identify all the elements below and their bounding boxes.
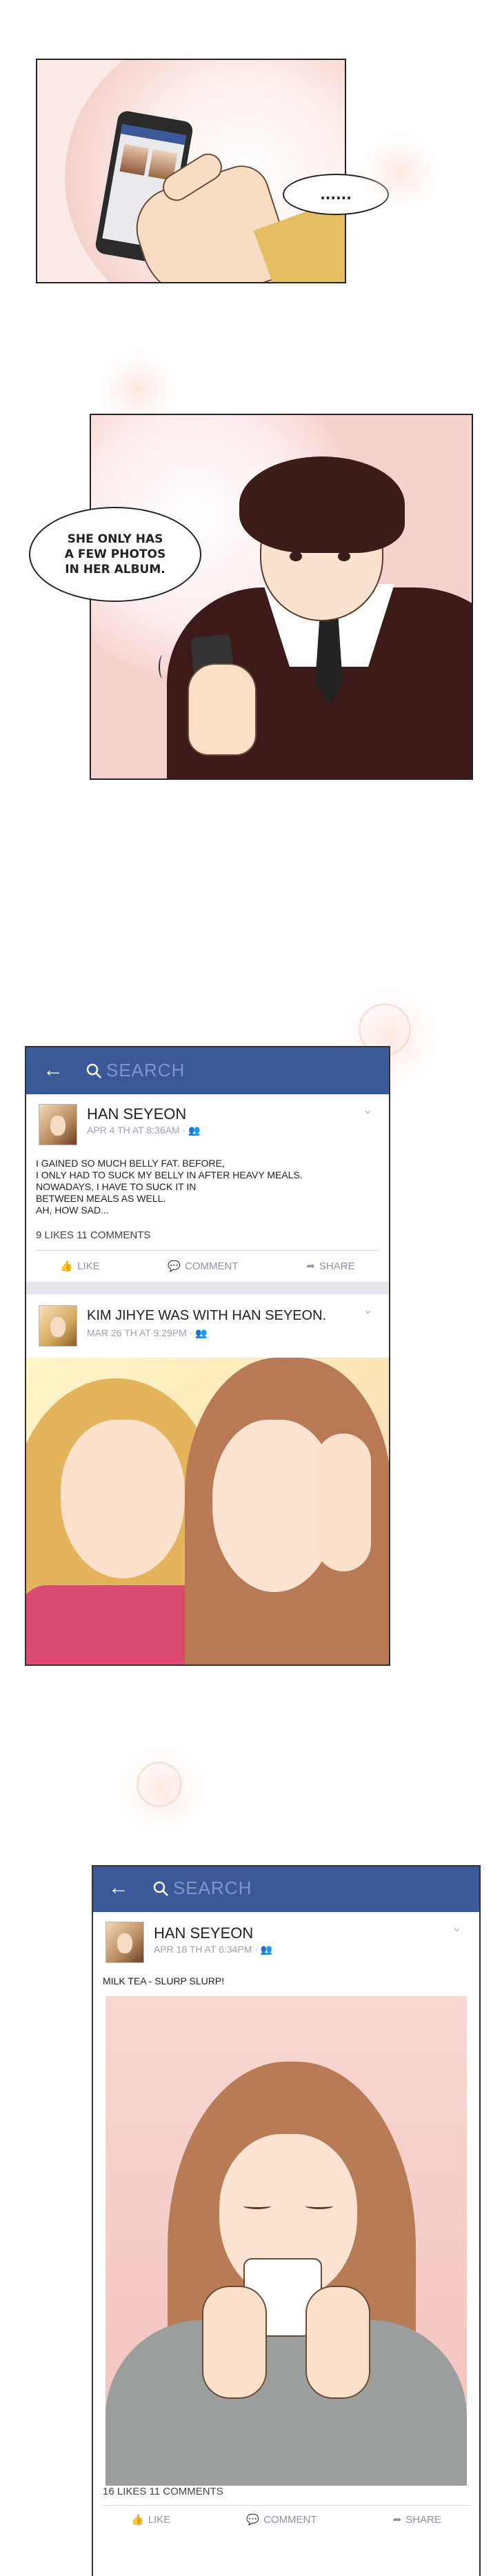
post-photo[interactable]	[26, 1358, 389, 1664]
post-line: AH, HOW SAD...	[36, 1205, 109, 1216]
facebook-feed-screen: ← SEARCH HAN SEYEON APR 4 TH AT 8:36AM ·…	[25, 1046, 390, 1666]
bubble-line: IN HER ALBUM.	[65, 563, 165, 576]
eye	[338, 552, 350, 561]
panel-phone-in-hand	[36, 59, 346, 283]
chevron-down-icon[interactable]: ⌄	[363, 1302, 373, 1317]
like-label: LIKE	[148, 2513, 171, 2526]
post-line: NOWADAYS, I HAVE TO SUCK IT IN	[36, 1181, 197, 1192]
photo-thumbnail	[119, 144, 149, 176]
share-icon: ➦	[392, 2514, 402, 2526]
share-label: SHARE	[405, 2513, 441, 2526]
friends-icon: 👥	[195, 1327, 208, 1338]
search-icon[interactable]	[86, 1063, 102, 1079]
comment-icon: 💬	[168, 1260, 181, 1272]
post-author-name[interactable]: HAN SEYEON	[87, 1105, 186, 1123]
post-author-name[interactable]: KIM JIHYE	[87, 1308, 154, 1323]
feed-separator	[26, 1282, 389, 1294]
comment-button[interactable]: 💬 COMMENT	[168, 1260, 239, 1273]
eye	[290, 552, 302, 561]
share-button[interactable]: ➦ SHARE	[306, 1260, 355, 1273]
closed-eye	[305, 2203, 333, 2209]
with-text: WAS WITH	[158, 1308, 228, 1323]
thumbs-up-icon: 👍	[60, 1260, 74, 1272]
ellipsis-text: ......	[320, 186, 352, 203]
timestamp-text: APR 4 TH AT 8:36AM	[87, 1125, 180, 1136]
post-line: I GAINED SO MUCH BELLY FAT. BEFORE,	[36, 1158, 225, 1169]
post-text: MILK TEA - SLURP SLURP!	[103, 1975, 225, 1986]
post-photo[interactable]	[106, 1996, 467, 2486]
comment-button[interactable]: 💬 COMMENT	[246, 2513, 317, 2526]
likes-comments-count[interactable]: 16 LIKES 11 COMMENTS	[103, 2486, 223, 2497]
tagged-name[interactable]: HAN SEYEON.	[232, 1308, 326, 1323]
motion-lines	[159, 655, 167, 678]
post-line: I ONLY HAD TO SUCK MY BELLY IN AFTER HEA…	[36, 1169, 303, 1180]
post-timestamp: APR 4 TH AT 8:36AM · 👥	[87, 1125, 201, 1136]
decorative-light-ring	[137, 1762, 182, 1807]
decorative-light-glow	[359, 131, 441, 214]
hair	[239, 456, 405, 553]
chevron-down-icon[interactable]: ⌄	[452, 1920, 462, 1935]
post-text: I GAINED SO MUCH BELLY FAT. BEFORE, I ON…	[36, 1158, 381, 1216]
facebook-post-screen: ← SEARCH HAN SEYEON APR 18 TH AT 6:34PM …	[92, 1865, 481, 2576]
hand	[188, 663, 257, 756]
timestamp-text: MAR 26 TH AT 9:29PM	[87, 1327, 187, 1338]
back-arrow-icon[interactable]: ←	[108, 1878, 129, 1898]
post-card: KIM JIHYE WAS WITH HAN SEYEON. MAR 26 TH…	[26, 1294, 389, 1664]
post-actions: 👍 LIKE 💬 COMMENT ➦ SHARE	[93, 2513, 479, 2526]
share-button[interactable]: ➦ SHARE	[393, 2513, 441, 2526]
post-timestamp: APR 18 TH AT 6:34PM · 👥	[154, 1944, 273, 1955]
likes-comments-count[interactable]: 9 LIKES 11 COMMENTS	[36, 1229, 150, 1241]
avatar[interactable]	[39, 1305, 77, 1347]
bubble-line: SHE ONLY HAS	[67, 532, 163, 546]
avatar[interactable]	[39, 1104, 77, 1145]
share-icon: ➦	[306, 1260, 315, 1272]
bubble-line: A FEW PHOTOS	[64, 547, 166, 561]
hand-on-cheek	[316, 1433, 371, 1571]
closed-eye	[243, 2203, 271, 2209]
comment-label: COMMENT	[263, 2513, 317, 2526]
friends-icon: 👥	[260, 1944, 273, 1955]
gray-cardigan	[106, 2320, 467, 2486]
chevron-down-icon[interactable]: ⌄	[363, 1103, 373, 1117]
post-line: BETWEEN MEALS AS WELL.	[36, 1193, 166, 1204]
facebook-header-bar: ← SEARCH	[26, 1047, 389, 1094]
post-actions: 👍 LIKE 💬 COMMENT ➦ SHARE	[26, 1260, 389, 1273]
comment-icon: 💬	[246, 2514, 260, 2526]
back-arrow-icon[interactable]: ←	[43, 1060, 63, 1080]
friends-icon: 👥	[188, 1125, 201, 1136]
share-label: SHARE	[319, 1260, 355, 1272]
like-button[interactable]: 👍 LIKE	[60, 1260, 100, 1273]
hand	[202, 2286, 267, 2399]
girl-face	[61, 1420, 185, 1578]
thumbs-up-icon: 👍	[131, 2514, 144, 2526]
album-speech-bubble: SHE ONLY HAS A FEW PHOTOS IN HER ALBUM.	[29, 507, 201, 602]
search-icon[interactable]	[152, 1880, 169, 1897]
comment-label: COMMENT	[185, 1260, 239, 1272]
post-timestamp: MAR 26 TH AT 9:29PM · 👥	[87, 1327, 208, 1338]
timestamp-text: APR 18 TH AT 6:34PM	[154, 1944, 252, 1955]
like-label: LIKE	[77, 1260, 100, 1272]
search-input[interactable]: SEARCH	[106, 1060, 185, 1081]
post-author-line: KIM JIHYE WAS WITH HAN SEYEON.	[87, 1308, 326, 1324]
hand	[305, 2286, 370, 2399]
avatar[interactable]	[106, 1922, 144, 1963]
like-button[interactable]: 👍 LIKE	[131, 2513, 170, 2526]
facebook-header-bar: ← SEARCH	[93, 1866, 479, 1912]
search-input[interactable]: SEARCH	[173, 1878, 252, 1899]
post-author-name[interactable]: HAN SEYEON	[154, 1924, 253, 1942]
